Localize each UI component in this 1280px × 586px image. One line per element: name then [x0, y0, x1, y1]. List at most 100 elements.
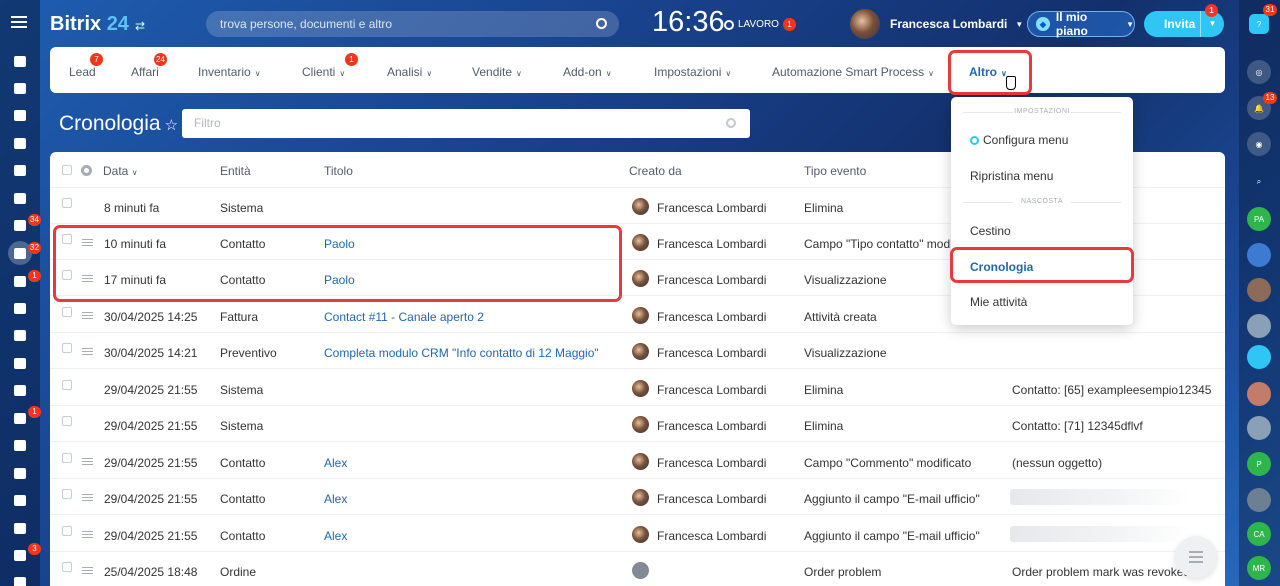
table-row[interactable]: 29/04/2025 21:55 Sistema Francesca Lomba…: [50, 406, 1225, 442]
row-author[interactable]: Francesca Lombardi: [657, 201, 766, 215]
column-created-by[interactable]: Creato da: [629, 164, 682, 178]
my-tasks-menu-item[interactable]: Mie attività: [970, 295, 1027, 309]
groups-icon[interactable]: [12, 355, 28, 371]
row-title-link[interactable]: Alex: [324, 456, 347, 470]
chat-icon[interactable]: [12, 135, 28, 151]
home-icon[interactable]: [12, 53, 28, 69]
row-title-link[interactable]: Alex: [324, 529, 347, 543]
menu-hamburger-icon[interactable]: [11, 16, 27, 28]
menu-item-vendite[interactable]: Vendite ∨: [472, 65, 522, 79]
row-title-link[interactable]: Contact #11 - Canale aperto 2: [324, 310, 484, 324]
menu-item-impostazioni[interactable]: Impostazioni ∨: [654, 65, 731, 79]
row-checkbox[interactable]: [62, 307, 72, 317]
trash-menu-item[interactable]: Cestino: [970, 224, 1011, 238]
drag-handle-icon[interactable]: [82, 567, 93, 574]
floating-menu-button[interactable]: [1175, 536, 1217, 578]
row-checkbox[interactable]: [62, 526, 72, 536]
menu-item-clienti[interactable]: Clienti ∨ 1: [302, 53, 358, 79]
sites-icon[interactable]: [12, 465, 28, 481]
contact-icon[interactable]: [1247, 416, 1271, 440]
row-checkbox[interactable]: [62, 489, 72, 499]
filter-input[interactable]: Filtro: [182, 109, 750, 138]
row-checkbox[interactable]: [62, 380, 72, 390]
avatar[interactable]: [1247, 278, 1271, 302]
contact-card-icon[interactable]: [12, 273, 28, 289]
avatar-p[interactable]: P: [1247, 452, 1271, 476]
row-author[interactable]: Francesca Lombardi: [657, 310, 766, 324]
search-icon[interactable]: ⌕: [1247, 170, 1271, 194]
feed-icon[interactable]: [12, 80, 28, 96]
table-row[interactable]: 29/04/2025 21:55 Contatto Alex Francesca…: [50, 479, 1225, 515]
row-checkbox[interactable]: [62, 416, 72, 426]
row-author[interactable]: Francesca Lombardi: [657, 529, 766, 543]
row-author[interactable]: Francesca Lombardi: [657, 456, 766, 470]
drag-handle-icon[interactable]: [82, 531, 93, 538]
bank-icon[interactable]: [12, 437, 28, 453]
drag-handle-icon[interactable]: [82, 348, 93, 355]
gear-icon[interactable]: [81, 165, 92, 176]
configure-menu-item[interactable]: Configura menu: [970, 133, 1068, 147]
column-title[interactable]: Titolo: [324, 164, 353, 178]
row-author[interactable]: Francesca Lombardi: [657, 237, 766, 251]
help-icon[interactable]: ?: [1249, 14, 1269, 34]
table-row[interactable]: 29/04/2025 21:55 Contatto Alex Francesca…: [50, 443, 1225, 479]
row-title-link[interactable]: Alex: [324, 492, 347, 506]
my-plan-button[interactable]: ◆ Il mio piano ▼: [1027, 10, 1135, 38]
chat-icon[interactable]: ◉: [1247, 132, 1271, 156]
row-title-link[interactable]: Completa modulo CRM "Info contatto di 12…: [324, 346, 599, 360]
avatar[interactable]: [1247, 314, 1271, 338]
target-icon[interactable]: ◎: [1247, 60, 1271, 84]
avatar[interactable]: [1247, 488, 1271, 512]
mail-icon[interactable]: [12, 410, 28, 426]
column-date[interactable]: Data ∨: [103, 164, 138, 178]
avatar-mr[interactable]: MR: [1247, 556, 1271, 580]
box-icon[interactable]: [12, 574, 28, 586]
menu-item-inventario[interactable]: Inventario ∨: [198, 65, 261, 79]
tasks-list-icon[interactable]: [12, 107, 28, 123]
drag-handle-icon[interactable]: [82, 494, 93, 501]
row-author[interactable]: Francesca Lombardi: [657, 383, 766, 397]
row-checkbox[interactable]: [62, 453, 72, 463]
bitrix24-logo[interactable]: Bitrix 24 ⇄: [50, 13, 145, 36]
work-status-button[interactable]: LAVORO 1: [724, 18, 796, 31]
menu-item-lead[interactable]: Lead 7: [69, 53, 103, 79]
user-menu[interactable]: Francesca Lombardi ▼: [850, 9, 1023, 39]
reset-menu-item[interactable]: Ripristina menu: [970, 169, 1053, 183]
menu-item-add-on[interactable]: Add-on ∨: [563, 65, 612, 79]
table-row[interactable]: 29/04/2025 21:55 Contatto Alex Francesca…: [50, 516, 1225, 552]
search-icon[interactable]: [596, 18, 607, 29]
column-entity[interactable]: Entità: [220, 164, 251, 178]
row-author[interactable]: Francesca Lombardi: [657, 346, 766, 360]
cart-icon[interactable]: [12, 492, 28, 508]
invite-button[interactable]: Invita ▼ 1: [1144, 4, 1224, 37]
row-author[interactable]: Francesca Lombardi: [657, 273, 766, 287]
avatar[interactable]: [1247, 243, 1271, 267]
table-row[interactable]: 30/04/2025 14:21 Preventivo Completa mod…: [50, 333, 1225, 369]
drag-handle-icon[interactable]: [82, 312, 93, 319]
search-icon[interactable]: [726, 118, 736, 128]
column-event-type[interactable]: Tipo evento: [804, 164, 866, 178]
select-all-checkbox[interactable]: [62, 165, 72, 175]
row-checkbox[interactable]: [62, 562, 72, 572]
row-checkbox[interactable]: [62, 198, 72, 208]
calendar-icon[interactable]: [12, 162, 28, 178]
avatar-ca[interactable]: CA: [1247, 522, 1271, 546]
document-icon[interactable]: [12, 382, 28, 398]
row-checkbox[interactable]: [62, 343, 72, 353]
menu-item-analisi[interactable]: Analisi ∨: [387, 65, 432, 79]
drag-handle-icon[interactable]: [82, 458, 93, 465]
star-icon[interactable]: ☆: [165, 117, 178, 134]
robot-icon[interactable]: [12, 547, 28, 563]
target-icon[interactable]: [12, 190, 28, 206]
search-input[interactable]: trova persone, documenti e altro: [206, 11, 619, 37]
row-author[interactable]: Francesca Lombardi: [657, 419, 766, 433]
tasks-check-icon[interactable]: [12, 217, 28, 233]
catalog-icon[interactable]: [12, 300, 28, 316]
contact-icon[interactable]: [1247, 382, 1271, 406]
analytics-icon[interactable]: [12, 520, 28, 536]
table-row[interactable]: 29/04/2025 21:55 Sistema Francesca Lomba…: [50, 370, 1225, 406]
open-channel-icon[interactable]: [1247, 345, 1271, 369]
storage-icon[interactable]: [12, 327, 28, 343]
menu-item-automazione[interactable]: Automazione Smart Process ∨: [772, 65, 934, 79]
menu-item-affari[interactable]: Affari 24: [131, 53, 167, 79]
